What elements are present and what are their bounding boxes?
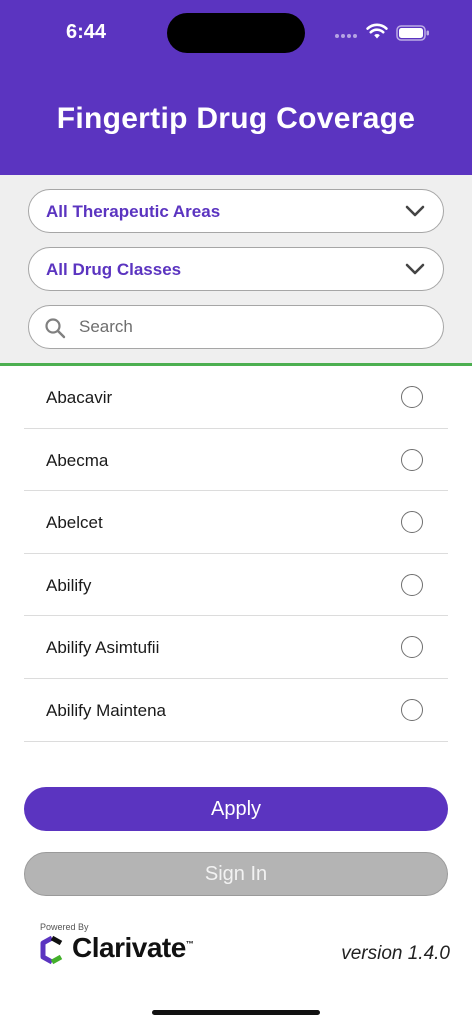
battery-icon: [396, 25, 429, 41]
therapeutic-area-label: All Therapeutic Areas: [46, 202, 221, 221]
wifi-icon: [366, 23, 388, 39]
chevron-down-icon: [405, 263, 425, 275]
drug-name: Abecma: [46, 450, 109, 470]
filter-panel: All Therapeutic Areas All Drug Classes: [0, 175, 472, 365]
drug-name: Abilify Asimtufii: [46, 638, 160, 658]
drug-class-label: All Drug Classes: [46, 260, 182, 279]
search-input[interactable]: [79, 314, 419, 340]
signal-dots-icon: [335, 34, 357, 38]
home-indicator[interactable]: [152, 1010, 320, 1015]
drug-name: Abelcet: [46, 513, 103, 533]
radio-button[interactable]: [401, 448, 423, 471]
radio-button[interactable]: [401, 386, 423, 408]
chevron-down-icon: [405, 205, 425, 217]
powered-by-label: Powered By: [40, 922, 89, 932]
list-item[interactable]: Abilify: [24, 554, 448, 617]
radio-button[interactable]: [401, 698, 423, 721]
app-header: 6:44 Fingertip Drug Coverage: [0, 0, 472, 175]
drug-name: Abacavir: [46, 388, 113, 407]
drug-list: Abacavir Abecma Abelcet Abilify Abilify …: [24, 366, 448, 742]
drug-name: Abilify: [46, 575, 92, 595]
version-label: version 1.4.0: [341, 943, 450, 964]
list-item[interactable]: Abilify Maintena: [24, 679, 448, 742]
list-item[interactable]: Abecma: [24, 429, 448, 492]
status-time: 6:44: [66, 21, 107, 43]
dynamic-island: [167, 13, 305, 53]
list-item[interactable]: Abilify Asimtufii: [24, 616, 448, 679]
drug-name: Abilify Maintena: [46, 700, 167, 720]
radio-button[interactable]: [401, 573, 423, 596]
therapeutic-area-dropdown[interactable]: All Therapeutic Areas: [28, 189, 444, 233]
apply-button[interactable]: Apply: [24, 787, 448, 831]
list-item[interactable]: Abelcet: [24, 491, 448, 554]
page-title: Fingertip Drug Coverage: [56, 102, 416, 135]
search-icon: [45, 318, 66, 339]
sign-in-button[interactable]: Sign In: [24, 852, 448, 896]
radio-button[interactable]: [401, 636, 423, 659]
radio-button[interactable]: [401, 511, 423, 534]
clarivate-logo-icon: [40, 935, 63, 965]
search-field[interactable]: [28, 305, 444, 349]
list-item[interactable]: Abacavir: [24, 366, 448, 429]
brand-name: Clarivate™: [72, 932, 194, 963]
drug-class-dropdown[interactable]: All Drug Classes: [28, 247, 444, 291]
